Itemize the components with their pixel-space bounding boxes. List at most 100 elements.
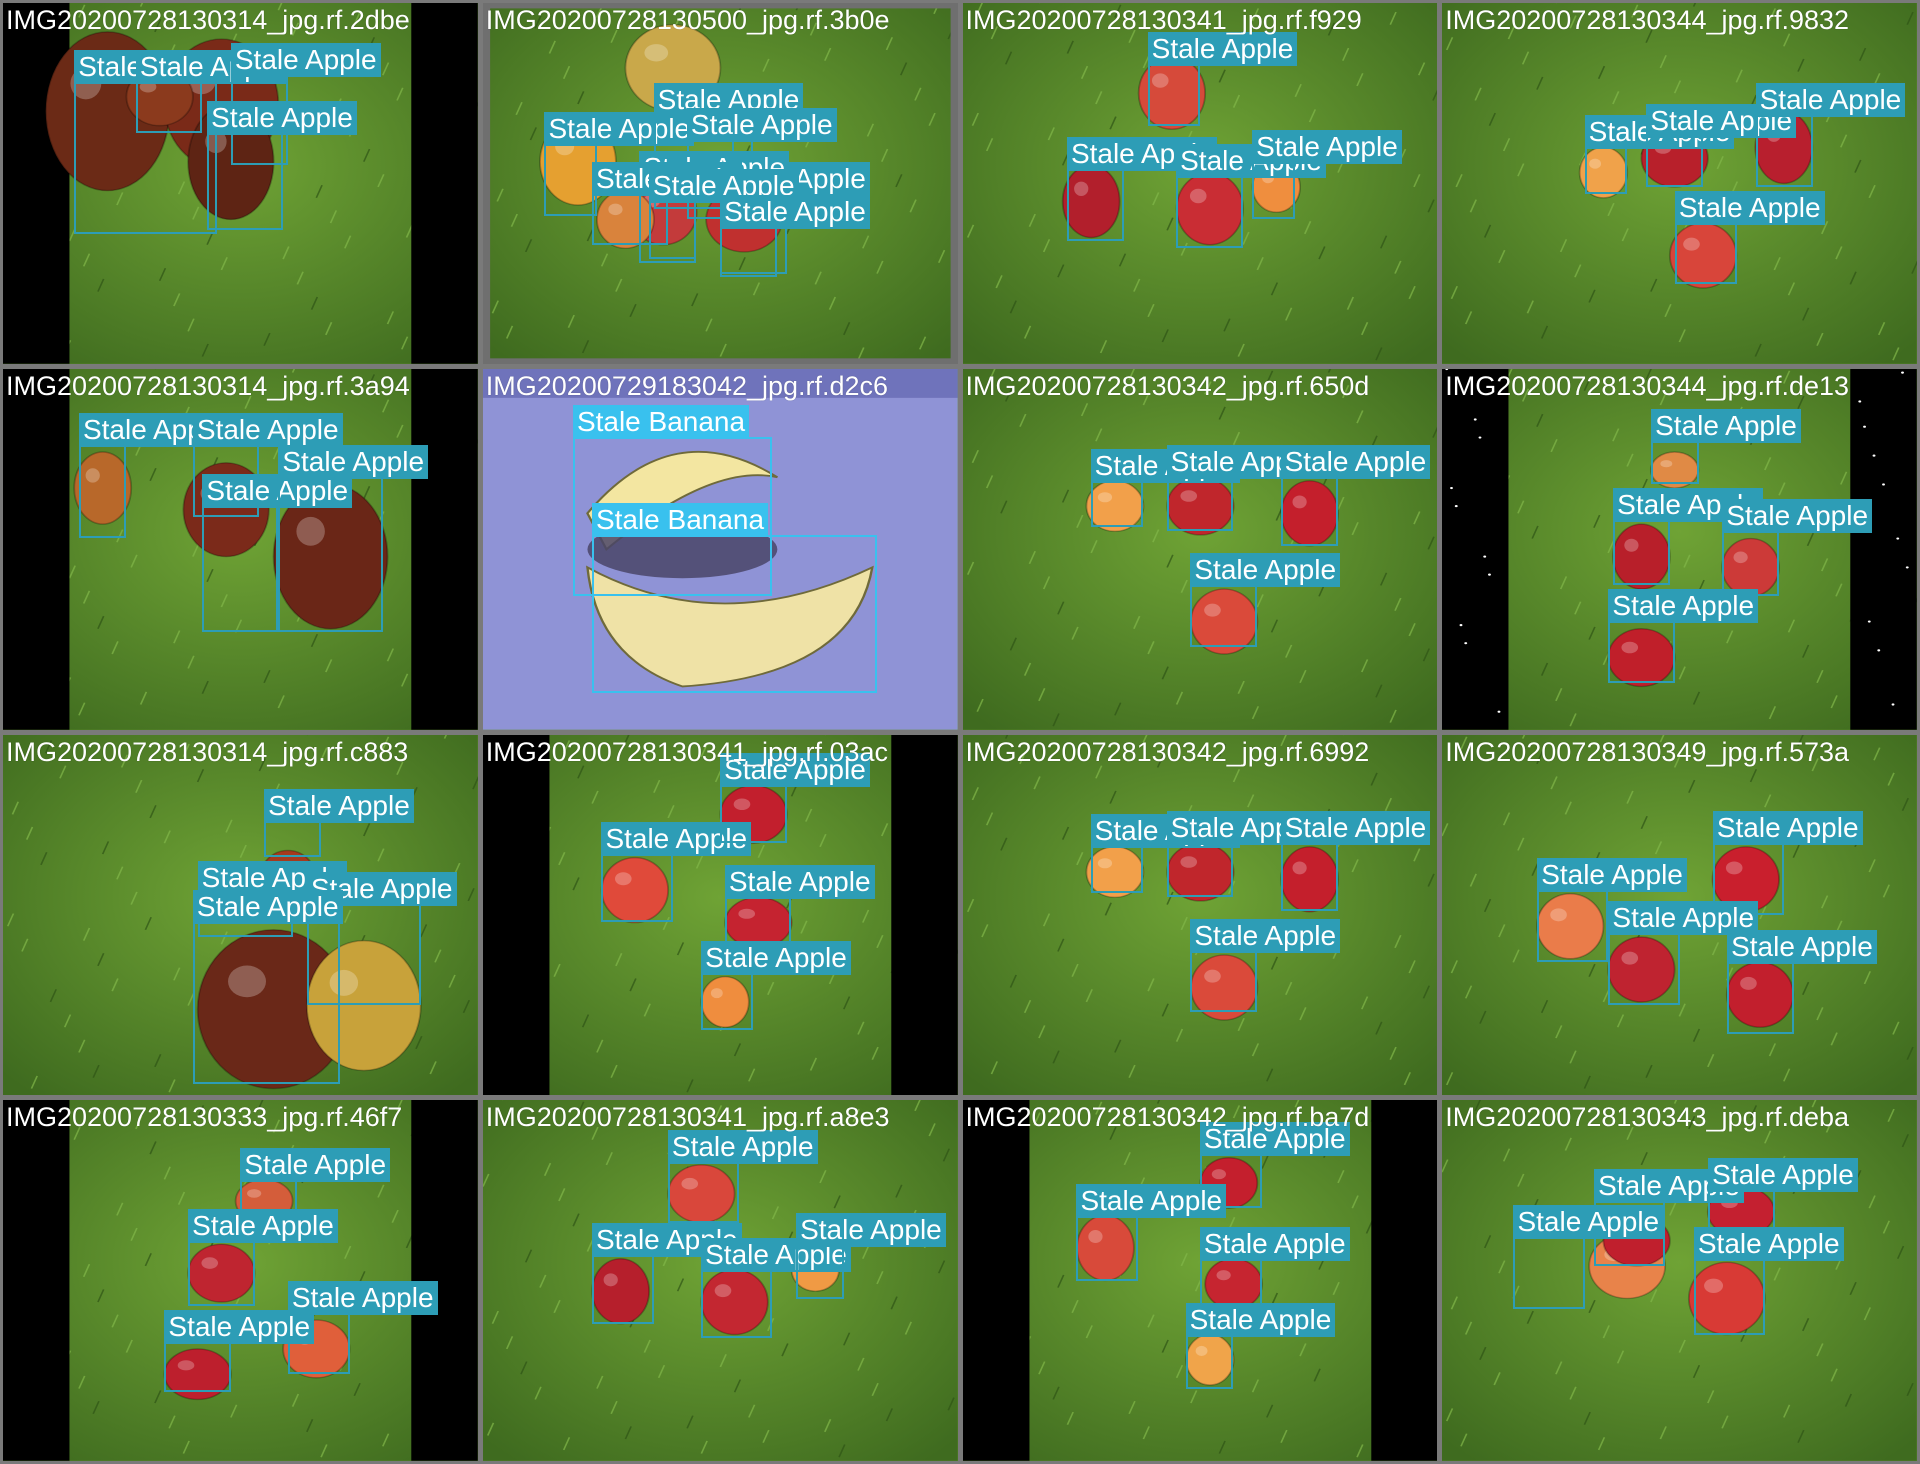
- detection-label: Stale Apple: [1190, 918, 1341, 953]
- bounding-box: Stale Apple: [667, 1129, 818, 1223]
- image-tile: Stale AppleStale AppleStale AppleStale A…: [1442, 3, 1917, 364]
- bounding-box: Stale Apple: [701, 940, 851, 1031]
- image-filename: IMG20200728130341_jpg.rf.f929: [965, 5, 1362, 35]
- bounding-box: Stale Apple: [1613, 488, 1763, 586]
- bounding-box: Stale Apple: [192, 890, 343, 1085]
- bounding-box: Stale Apple: [1090, 814, 1241, 894]
- bounding-box: Stale Apple: [1646, 104, 1797, 187]
- detection-label: Stale Apple: [1185, 1302, 1336, 1337]
- detection-label: Stale Apple: [1727, 929, 1877, 964]
- bounding-box: Stale Apple: [164, 1309, 315, 1393]
- detection-label: Stale Apple: [796, 1212, 946, 1247]
- detection-label: Stale Apple: [1280, 444, 1431, 479]
- detection-label: Stale Apple: [278, 444, 429, 479]
- image-filename: IMG20200728130342_jpg.rf.650d: [965, 370, 1370, 401]
- detection-label: Stale Banana: [591, 502, 769, 537]
- image-filename: IMG20200728130349_jpg.rf.573a: [1445, 736, 1850, 767]
- detection-label: Stale Apple: [1651, 408, 1801, 443]
- detection-label: Stale Apple: [667, 1129, 818, 1164]
- image-filename: IMG20200728130343_jpg.rf.deba: [1445, 1102, 1850, 1133]
- image-tile: Stale AppleStale AppleStale AppleStale A…: [1442, 734, 1917, 1096]
- image-tile: Stale Banana Stale Banana IMG2020072918304…: [482, 368, 958, 730]
- bounding-box: Stale Apple: [1727, 929, 1877, 1034]
- detection-label: Stale Apple: [1190, 553, 1341, 588]
- image-filename: IMG20200728130314_jpg.rf.3a94: [6, 370, 410, 401]
- bounding-box: Stale Apple: [1674, 191, 1825, 285]
- bounding-box: Stale Apple: [207, 100, 357, 231]
- bounding-box: Stale Apple: [1513, 1205, 1664, 1310]
- detection-label: Stale Apple: [164, 1309, 315, 1344]
- image-filename: IMG20200728130314_jpg.rf.2dbe: [6, 5, 410, 35]
- bounding-box: Stale Banana: [591, 502, 877, 694]
- detection-label: Stale Apple: [1280, 810, 1431, 845]
- image-filename: IMG20200728130341_jpg.rf.03ac: [485, 736, 889, 767]
- photo-background: [962, 734, 1438, 1096]
- detection-label: Stale Apple: [1708, 1158, 1858, 1193]
- bounding-box: Stale Apple: [1076, 1183, 1227, 1281]
- image-filename: IMG20200728130342_jpg.rf.6992: [965, 736, 1370, 767]
- image-tile: Stale AppleStale AppleStale AppleStale A…: [962, 368, 1438, 730]
- image-filename: IMG20200728130344_jpg.rf.de13: [1445, 370, 1850, 401]
- detection-mosaic: Stale AppleStale AppleStale AppleStale A…: [0, 0, 1920, 1464]
- bounding-box: Stale Apple: [264, 789, 414, 858]
- bounding-box: Stale Apple: [1190, 553, 1341, 647]
- bounding-box: Stale Apple: [1722, 499, 1873, 596]
- detection-label: Stale Apple: [240, 1147, 391, 1182]
- bounding-box: Stale Apple: [1090, 448, 1241, 528]
- image-filename: IMG20200728130344_jpg.rf.9832: [1445, 5, 1850, 35]
- detection-label: Stale Apple: [1722, 499, 1873, 534]
- image-tile: Stale AppleStale AppleStale AppleStale A…: [1442, 368, 1917, 730]
- bounding-box: Stale Apple: [278, 444, 429, 633]
- detection-label: Stale Apple: [264, 789, 414, 824]
- photo-background: [962, 368, 1438, 730]
- detection-label: Stale Apple: [701, 940, 851, 975]
- image-filename: IMG20200728130314_jpg.rf.c883: [6, 736, 409, 767]
- bounding-box: Stale Apple: [202, 473, 353, 633]
- image-tile: Stale AppleStale AppleStale AppleStale A…: [482, 734, 958, 1096]
- detection-label: Stale Apple: [1608, 589, 1759, 624]
- bounding-box: Stale Apple: [1166, 444, 1317, 532]
- detection-label: Stale Apple: [724, 864, 875, 899]
- detection-label: Stale Apple: [1712, 810, 1863, 845]
- bounding-box: Stale Apple: [1280, 444, 1431, 546]
- bounding-box: Stale Apple: [720, 753, 870, 843]
- bounding-box: Stale Apple: [1608, 589, 1759, 683]
- image-tile: Stale AppleStale AppleStale AppleStale A…: [1442, 1100, 1917, 1461]
- image-tile: Stale AppleStale AppleStale AppleStale A…: [962, 3, 1438, 364]
- bounding-box: Stale Apple: [720, 194, 870, 278]
- image-filename: IMG20200729183042_jpg.rf.d2c6: [485, 370, 889, 401]
- bounding-box: Stale Apple: [1176, 144, 1326, 249]
- detection-label: Stale Apple: [1513, 1205, 1664, 1240]
- bounding-box: Stale Apple: [135, 50, 286, 133]
- bounding-box: Stale Apple: [1280, 810, 1431, 912]
- bounding-box: Stale Apple: [1584, 115, 1735, 195]
- detection-label: Stale Apple: [1537, 857, 1687, 892]
- bounding-box: Stale Apple: [1185, 1302, 1336, 1389]
- image-tile: Stale AppleStale AppleStale AppleStale A…: [3, 1100, 478, 1461]
- detection-label: Stale Apple: [1674, 191, 1825, 226]
- bounding-box: Stale Apple: [188, 1208, 338, 1306]
- bounding-box: Stale Apple: [1252, 129, 1402, 220]
- detection-label: Stale Apple: [686, 108, 837, 143]
- bounding-box: Stale Apple: [796, 1212, 946, 1299]
- bounding-box: Stale Apple: [1693, 1226, 1844, 1335]
- detection-label: Stale Apple: [188, 1208, 338, 1243]
- bounding-box: Stale Apple: [601, 821, 752, 923]
- detection-label: Stale Apple: [720, 194, 870, 229]
- image-tile: Stale AppleStale AppleStale AppleStale A…: [3, 368, 478, 730]
- image-tile: Stale AppleStale AppleStale AppleStale A…: [962, 1100, 1438, 1461]
- image-tile: Stale AppleStale AppleStale AppleStale A…: [482, 1100, 958, 1461]
- detection-label: Stale Banana: [572, 405, 750, 440]
- bounding-box: Stale Apple: [1608, 900, 1759, 1006]
- bounding-box: Stale Apple: [1147, 32, 1298, 126]
- bounding-box: Stale Apple: [1537, 857, 1687, 962]
- detection-label: Stale Apple: [192, 890, 343, 925]
- detection-label: Stale Apple: [207, 100, 357, 135]
- image-tile: Stale AppleStale AppleStale AppleStale A…: [482, 3, 958, 364]
- detection-label: Stale Apple: [1693, 1226, 1844, 1261]
- detection-label: Stale Apple: [1755, 82, 1906, 117]
- bounding-box: Stale Apple: [701, 1237, 851, 1339]
- image-tile: Stale AppleStale AppleStale AppleStale A…: [3, 734, 478, 1096]
- detection-label: Stale Apple: [1199, 1226, 1350, 1261]
- bounding-box: Stale Apple: [1190, 918, 1341, 1013]
